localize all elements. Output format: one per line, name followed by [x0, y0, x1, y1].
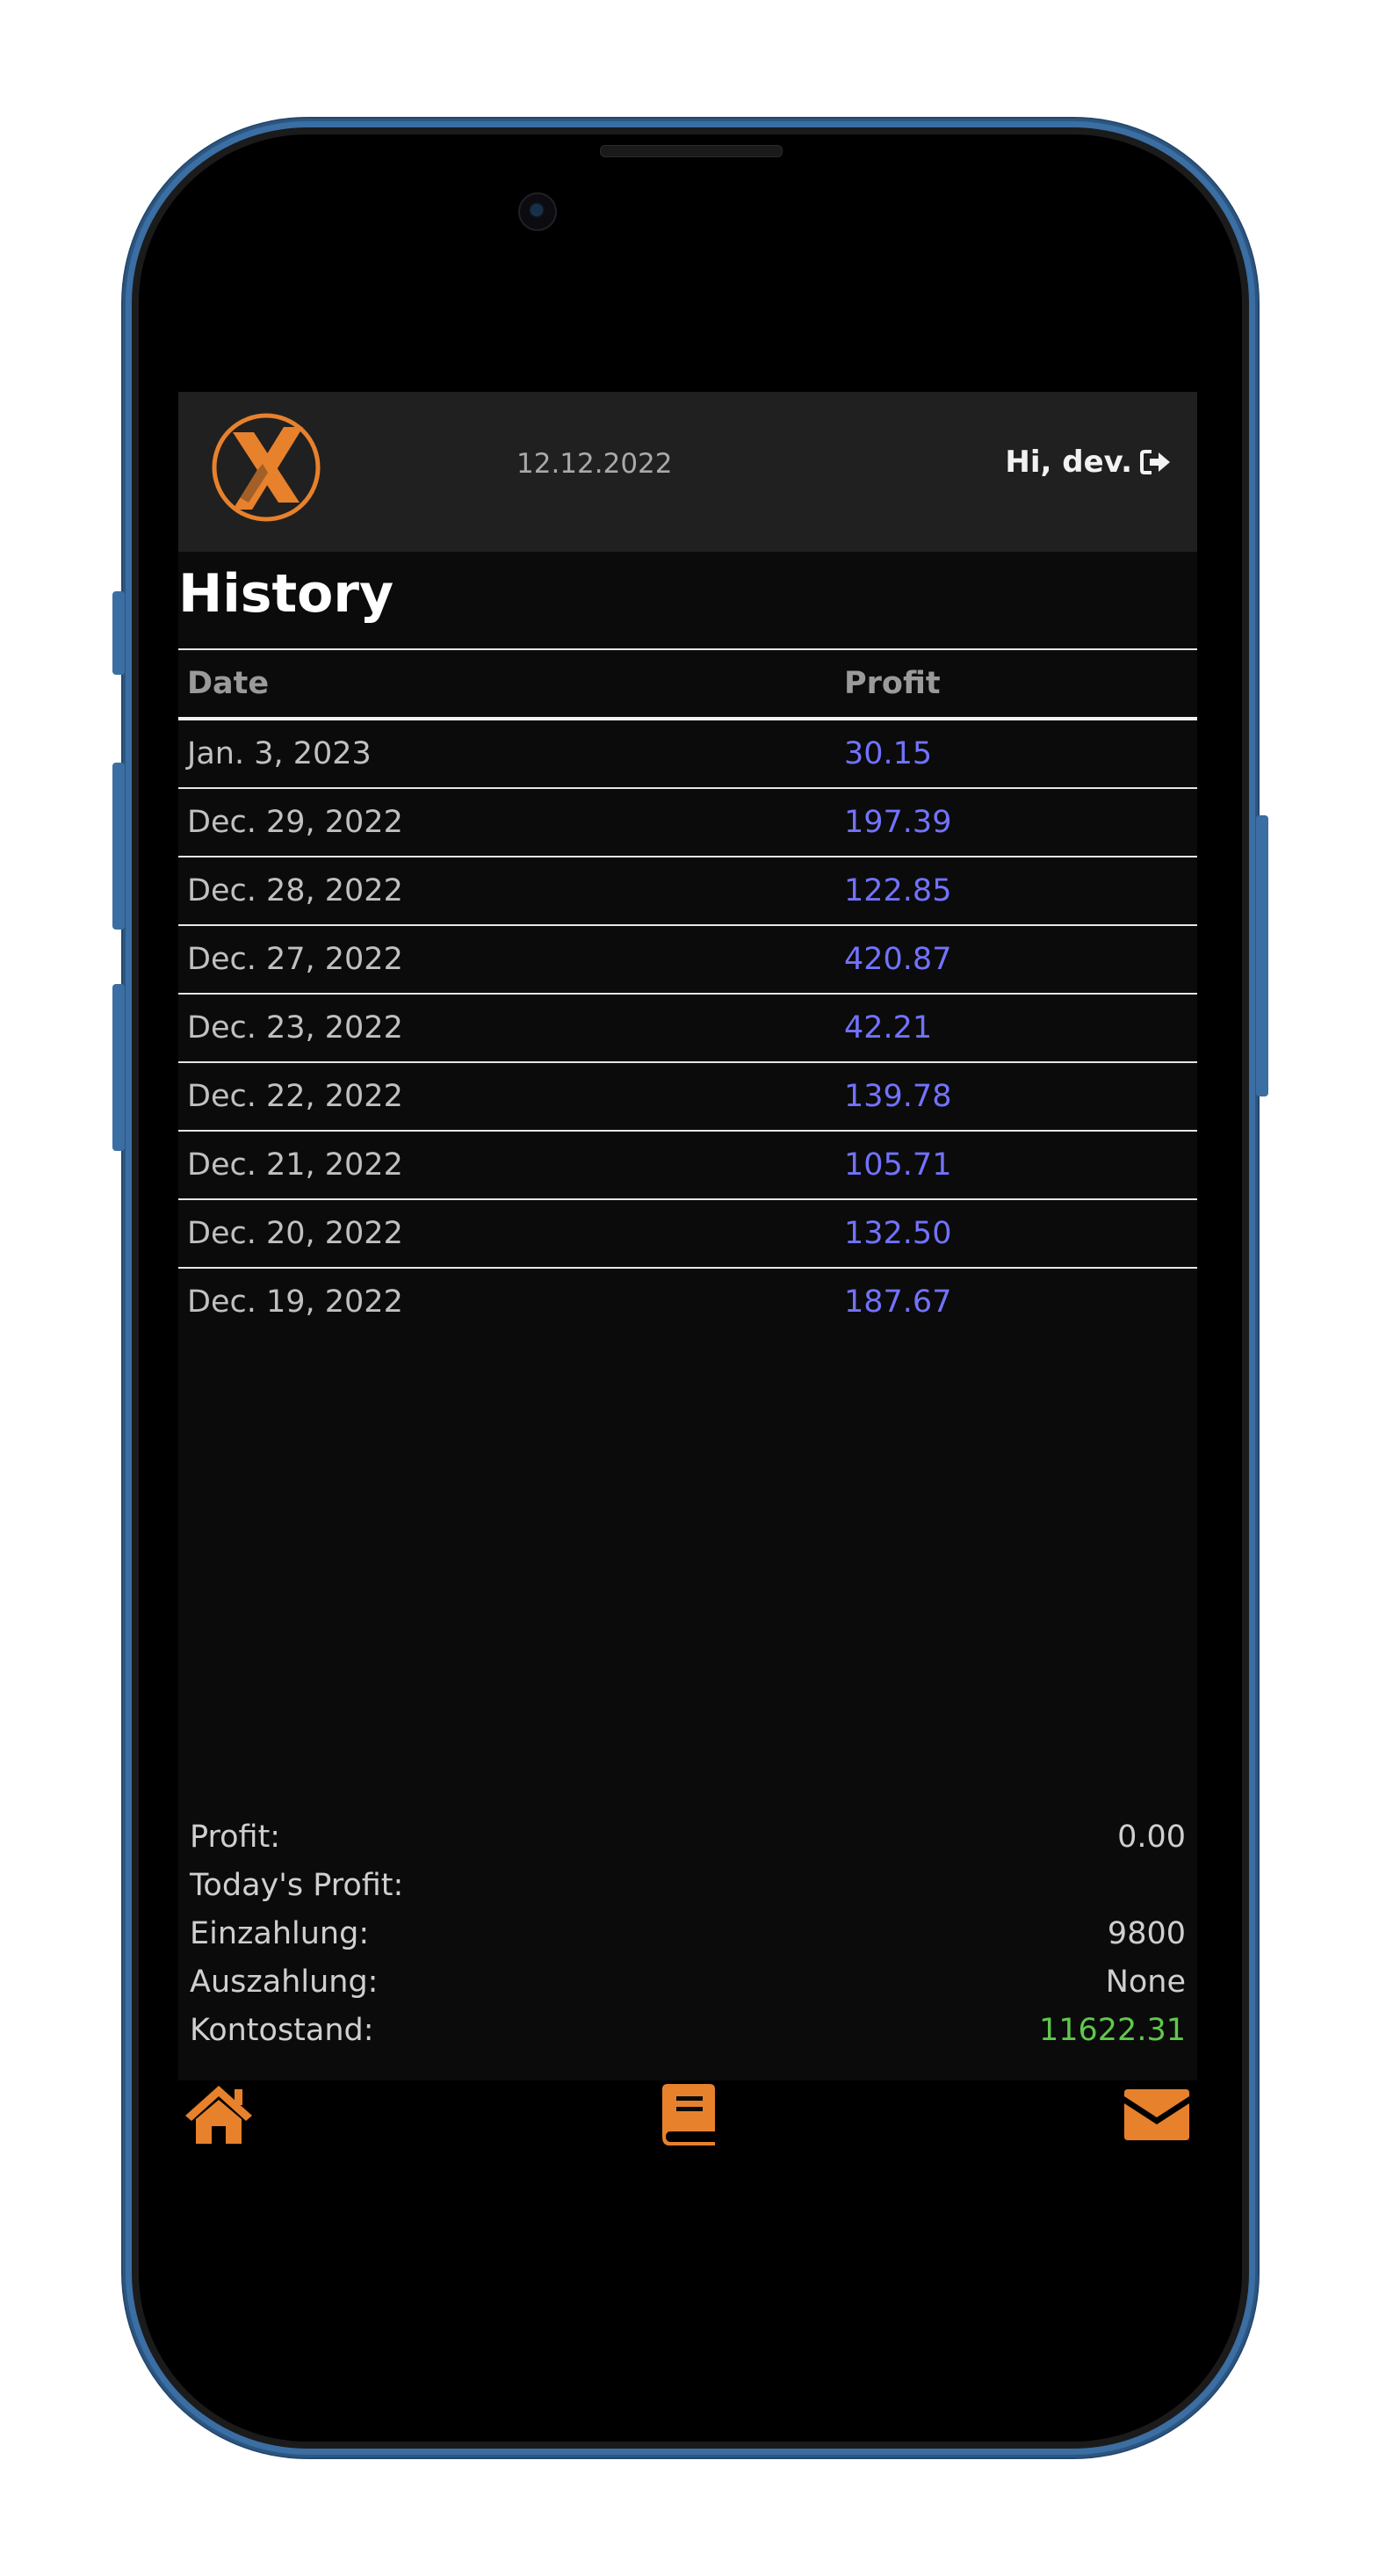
column-header-profit: Profit: [835, 648, 1197, 720]
table-row: Dec. 19, 2022 187.67: [178, 1268, 1197, 1335]
summary-value: 0.00: [1117, 1819, 1186, 1855]
summary-label: Today's Profit:: [190, 1867, 404, 1903]
volume-down-button: [112, 984, 125, 1151]
summary-label: Profit:: [190, 1819, 281, 1855]
table-row: Jan. 3, 2023 30.15: [178, 719, 1197, 789]
history-table: Date Profit Jan. 3, 2023 30.15 Dec. 29, …: [178, 648, 1197, 1335]
row-profit: 105.71: [835, 1131, 1197, 1200]
home-icon[interactable]: [182, 2082, 256, 2145]
brand-logo[interactable]: [210, 411, 322, 524]
balance-value: 11622.31: [1038, 2012, 1186, 2048]
table-row: Dec. 20, 2022 132.50: [178, 1199, 1197, 1269]
row-date: Dec. 22, 2022: [178, 1062, 835, 1132]
power-button: [1256, 815, 1268, 1096]
summary-label: Einzahlung:: [190, 1915, 370, 1951]
row-date: Dec. 27, 2022: [178, 925, 835, 995]
row-date: Dec. 23, 2022: [178, 994, 835, 1063]
account-summary: Profit: 0.00 Today's Profit: Einzahlung:…: [190, 1813, 1186, 2054]
row-profit: 420.87: [835, 925, 1197, 995]
row-date: Dec. 19, 2022: [187, 1284, 403, 1320]
envelope-icon[interactable]: [1123, 2088, 1191, 2142]
top-bar: 12.12.2022 Hi, dev.: [178, 392, 1197, 552]
book-icon[interactable]: [659, 2082, 718, 2147]
summary-label: Auszahlung:: [190, 1964, 379, 2000]
bottom-nav: [178, 2082, 1197, 2153]
row-date: Jan. 3, 2023: [178, 719, 835, 789]
summary-label: Kontostand:: [190, 2012, 374, 2048]
summary-row-profit: Profit: 0.00: [190, 1813, 1186, 1861]
summary-row-deposit: Einzahlung: 9800: [190, 1909, 1186, 1957]
mute-switch: [112, 591, 125, 675]
row-date: Dec. 20, 2022: [178, 1199, 835, 1269]
logout-link[interactable]: Hi, dev.: [1005, 445, 1173, 480]
row-date: Dec. 28, 2022: [178, 857, 835, 926]
greeting-text: Hi, dev.: [1005, 445, 1132, 480]
table-header-row: Date Profit: [178, 648, 1197, 720]
summary-value: 9800: [1107, 1915, 1186, 1951]
table-row: Dec. 28, 2022 122.85: [178, 857, 1197, 926]
summary-row-todays-profit: Today's Profit:: [190, 1861, 1186, 1909]
row-date: Dec. 21, 2022: [178, 1131, 835, 1200]
row-profit: 42.21: [835, 994, 1197, 1063]
row-profit: 187.67: [844, 1284, 952, 1320]
earpiece-speaker: [600, 145, 783, 157]
table-row: Dec. 23, 2022 42.21: [178, 994, 1197, 1063]
summary-row-balance: Kontostand: 11622.31: [190, 2006, 1186, 2054]
volume-up-button: [112, 763, 125, 930]
table-row: Dec. 27, 2022 420.87: [178, 925, 1197, 995]
summary-row-withdrawal: Auszahlung: None: [190, 1957, 1186, 2006]
table-row: Dec. 21, 2022 105.71: [178, 1131, 1197, 1200]
row-profit: 197.39: [835, 788, 1197, 857]
table-row: Dec. 22, 2022 139.78: [178, 1062, 1197, 1132]
current-date: 12.12.2022: [516, 448, 673, 480]
front-camera: [518, 192, 557, 231]
row-profit: 122.85: [835, 857, 1197, 926]
summary-value: None: [1105, 1964, 1186, 2000]
row-profit: 30.15: [835, 719, 1197, 789]
column-header-date: Date: [178, 648, 835, 720]
row-profit: 139.78: [835, 1062, 1197, 1132]
app-screen: 12.12.2022 Hi, dev. History Date Profit …: [178, 392, 1197, 2080]
sign-out-icon: [1140, 450, 1170, 474]
row-date: Dec. 29, 2022: [178, 788, 835, 857]
page-title: History: [178, 563, 394, 625]
row-profit: 132.50: [835, 1199, 1197, 1269]
table-row: Dec. 29, 2022 197.39: [178, 788, 1197, 857]
